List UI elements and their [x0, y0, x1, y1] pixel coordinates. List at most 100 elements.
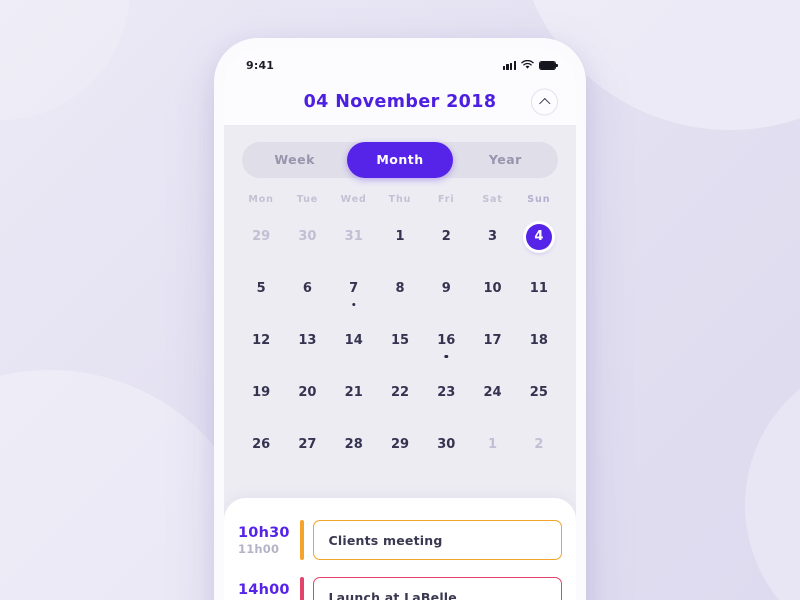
weekday-label-fri: Fri	[438, 194, 455, 205]
calendar-day-cell[interactable]: 11	[516, 263, 562, 315]
page-title: 04 November 2018	[303, 91, 497, 112]
wifi-icon	[521, 60, 534, 69]
calendar-day-number: 24	[483, 385, 502, 400]
calendar-day-number: 2	[441, 229, 451, 244]
calendar-day-cell[interactable]: 7	[331, 263, 377, 315]
calendar-day-cell[interactable]: 6	[284, 263, 330, 315]
calendar-day-cell[interactable]: 13	[284, 315, 330, 367]
event-end-time: 11h00	[238, 542, 280, 556]
calendar-day-cell[interactable]: 1	[469, 419, 515, 471]
weekday-label-thu: Thu	[388, 194, 412, 205]
calendar-day-number: 25	[529, 385, 548, 400]
background-circle-right	[745, 355, 800, 600]
calendar-day-cell[interactable]: 19	[238, 367, 284, 419]
calendar-day-number: 2	[534, 437, 544, 452]
calendar-day-cell[interactable]: 3	[469, 211, 515, 263]
calendar-day-number: 13	[298, 333, 317, 348]
calendar-day-cell[interactable]: 10	[469, 263, 515, 315]
calendar-day-number: 21	[344, 385, 363, 400]
calendar-day-cell[interactable]: 1	[377, 211, 423, 263]
event-time-block: 14h00	[238, 577, 300, 599]
calendar-day-number: 3	[488, 229, 498, 244]
calendar-day-cell[interactable]: 4	[516, 211, 562, 263]
cellular-signal-icon	[502, 60, 516, 70]
calendar-day-number: 22	[390, 385, 410, 400]
event-indicator-dot	[352, 302, 356, 306]
calendar-day-cell[interactable]: 12	[238, 315, 284, 367]
collapse-button[interactable]	[531, 88, 558, 115]
event-time-block: 10h30 11h00	[238, 520, 300, 556]
calendar-day-cell[interactable]: 20	[284, 367, 330, 419]
calendar-day-cell[interactable]: 9	[423, 263, 469, 315]
weekday-label-sun: Sun	[527, 194, 551, 205]
calendar-day-number: 30	[437, 437, 456, 452]
calendar-day-number: 26	[252, 437, 271, 452]
calendar-day-number: 20	[298, 385, 317, 400]
view-switcher[interactable]: Week Month Year	[242, 142, 558, 178]
calendar-day-number: 4	[525, 224, 552, 250]
calendar-day-cell[interactable]: 15	[377, 315, 423, 367]
calendar-day-cell[interactable]: 29	[377, 419, 423, 471]
calendar-day-cell[interactable]: 30	[284, 211, 330, 263]
calendar-day-cell[interactable]: 24	[469, 367, 515, 419]
weekday-label-tue: Tue	[296, 194, 319, 205]
battery-icon	[539, 60, 559, 70]
calendar-day-number: 28	[344, 437, 363, 452]
event-row[interactable]: 10h30 11h00 Clients meeting	[238, 520, 562, 560]
calendar-day-cell[interactable]: 8	[377, 263, 423, 315]
calendar-day-number: 1	[395, 229, 405, 244]
calendar-grid[interactable]: 29 30 31 1 2 3 4 5 6 7 8 9 10 11 12 13 14 15 16 17 18 19 20 21 2…	[224, 211, 576, 471]
calendar-day-cell[interactable]: 2	[423, 211, 469, 263]
calendar-day-number: 10	[483, 281, 502, 296]
phone-screen: 9:41 04 November 2018 Week Month Year Mo…	[224, 48, 576, 600]
calendar-day-cell[interactable]: 23	[423, 367, 469, 419]
calendar-day-number: 9	[441, 281, 451, 296]
event-row[interactable]: 14h00 Launch at LaBelle	[238, 577, 562, 600]
view-switcher-option-year[interactable]: Year	[453, 142, 558, 178]
calendar-day-cell[interactable]: 21	[331, 367, 377, 419]
calendar-day-number: 29	[390, 437, 410, 452]
background-circle-top-left	[0, 0, 130, 120]
status-bar: 9:41	[224, 48, 576, 78]
event-color-bar	[300, 577, 304, 600]
calendar-day-number: 12	[252, 333, 271, 348]
calendar-day-number: 29	[252, 229, 271, 244]
weekday-label-mon: Mon	[248, 194, 274, 205]
event-title-card[interactable]: Launch at LaBelle	[312, 577, 562, 600]
calendar-day-number: 19	[252, 385, 271, 400]
calendar-day-number: 30	[298, 229, 317, 244]
calendar-day-number: 23	[437, 385, 456, 400]
event-indicator-dot	[444, 354, 448, 358]
calendar-day-cell[interactable]: 14	[331, 315, 377, 367]
calendar-day-cell[interactable]: 30	[423, 419, 469, 471]
calendar-day-cell[interactable]: 22	[377, 367, 423, 419]
status-clock: 9:41	[246, 58, 275, 72]
calendar-day-number: 16	[437, 333, 456, 348]
calendar-header: 04 November 2018	[224, 78, 576, 126]
calendar-day-cell[interactable]: 2	[516, 419, 562, 471]
calendar-day-cell[interactable]: 31	[331, 211, 377, 263]
event-color-bar	[300, 520, 304, 560]
calendar-day-cell[interactable]: 28	[331, 419, 377, 471]
calendar-day-number: 14	[344, 333, 363, 348]
calendar-day-number: 17	[483, 333, 502, 348]
calendar-day-number: 27	[298, 437, 317, 452]
chevron-up-icon	[540, 97, 549, 106]
calendar-day-number: 7	[349, 281, 359, 296]
calendar-day-number: 18	[529, 333, 548, 348]
weekday-label-wed: Wed	[340, 194, 367, 205]
calendar-day-cell[interactable]: 29	[238, 211, 284, 263]
calendar-day-cell[interactable]: 18	[516, 315, 562, 367]
view-switcher-wrap: Week Month Year	[224, 126, 576, 178]
view-switcher-option-month[interactable]: Month	[347, 142, 453, 178]
calendar-day-number: 31	[344, 229, 363, 244]
calendar-day-cell[interactable]: 27	[284, 419, 330, 471]
view-switcher-option-week[interactable]: Week	[242, 142, 347, 178]
event-title-card[interactable]: Clients meeting	[312, 520, 562, 560]
calendar-day-cell[interactable]: 25	[516, 367, 562, 419]
calendar-day-cell[interactable]: 5	[238, 263, 284, 315]
calendar-day-cell[interactable]: 26	[238, 419, 284, 471]
status-icon-group	[502, 60, 559, 70]
calendar-day-cell[interactable]: 17	[469, 315, 515, 367]
calendar-day-cell[interactable]: 16	[423, 315, 469, 367]
